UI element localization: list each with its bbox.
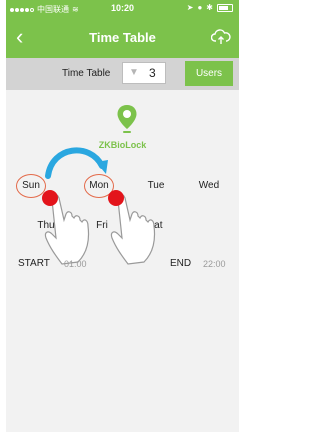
end-time-value[interactable]: 22:00: [203, 259, 226, 269]
header-bar: 中国联通 ≋ 10:20 ➤ ● ✱ ‹ Time Table: [6, 0, 239, 58]
touch-point-icon: [108, 190, 124, 206]
time-table-value: 3: [149, 66, 156, 80]
schedule-panel: ZKBioLock Sun Mon Tue Wed Thu Fri Sat ST…: [6, 90, 239, 432]
time-table-select[interactable]: ▼ 3: [122, 62, 166, 84]
end-label: END: [170, 258, 192, 269]
battery-icon: [217, 3, 233, 12]
location-pin-icon: [117, 105, 137, 133]
time-table-label: Time Table: [62, 68, 111, 79]
users-button[interactable]: Users: [185, 61, 233, 86]
alarm-icon: ●: [197, 3, 203, 12]
start-time-value[interactable]: 01:00: [64, 259, 87, 269]
status-icons: ➤ ● ✱: [187, 3, 233, 12]
location-icon: ➤: [186, 3, 194, 12]
status-bar: 中国联通 ≋ 10:20 ➤ ● ✱: [6, 0, 239, 18]
dropdown-arrow-icon: ▼: [129, 67, 139, 78]
app-screen: 中国联通 ≋ 10:20 ➤ ● ✱ ‹ Time Table Time Tab…: [0, 0, 245, 432]
nav-bar: ‹ Time Table: [6, 18, 239, 58]
start-label: START: [18, 258, 50, 269]
bluetooth-icon: ✱: [206, 3, 213, 12]
time-table-toolbar: Time Table ▼ 3 Users: [6, 58, 239, 90]
touch-point-icon: [42, 190, 58, 206]
cloud-upload-icon[interactable]: [211, 28, 231, 46]
page-title: Time Table: [89, 30, 156, 45]
lock-name: ZKBioLock: [98, 140, 147, 150]
day-wed[interactable]: Wed: [198, 180, 220, 191]
